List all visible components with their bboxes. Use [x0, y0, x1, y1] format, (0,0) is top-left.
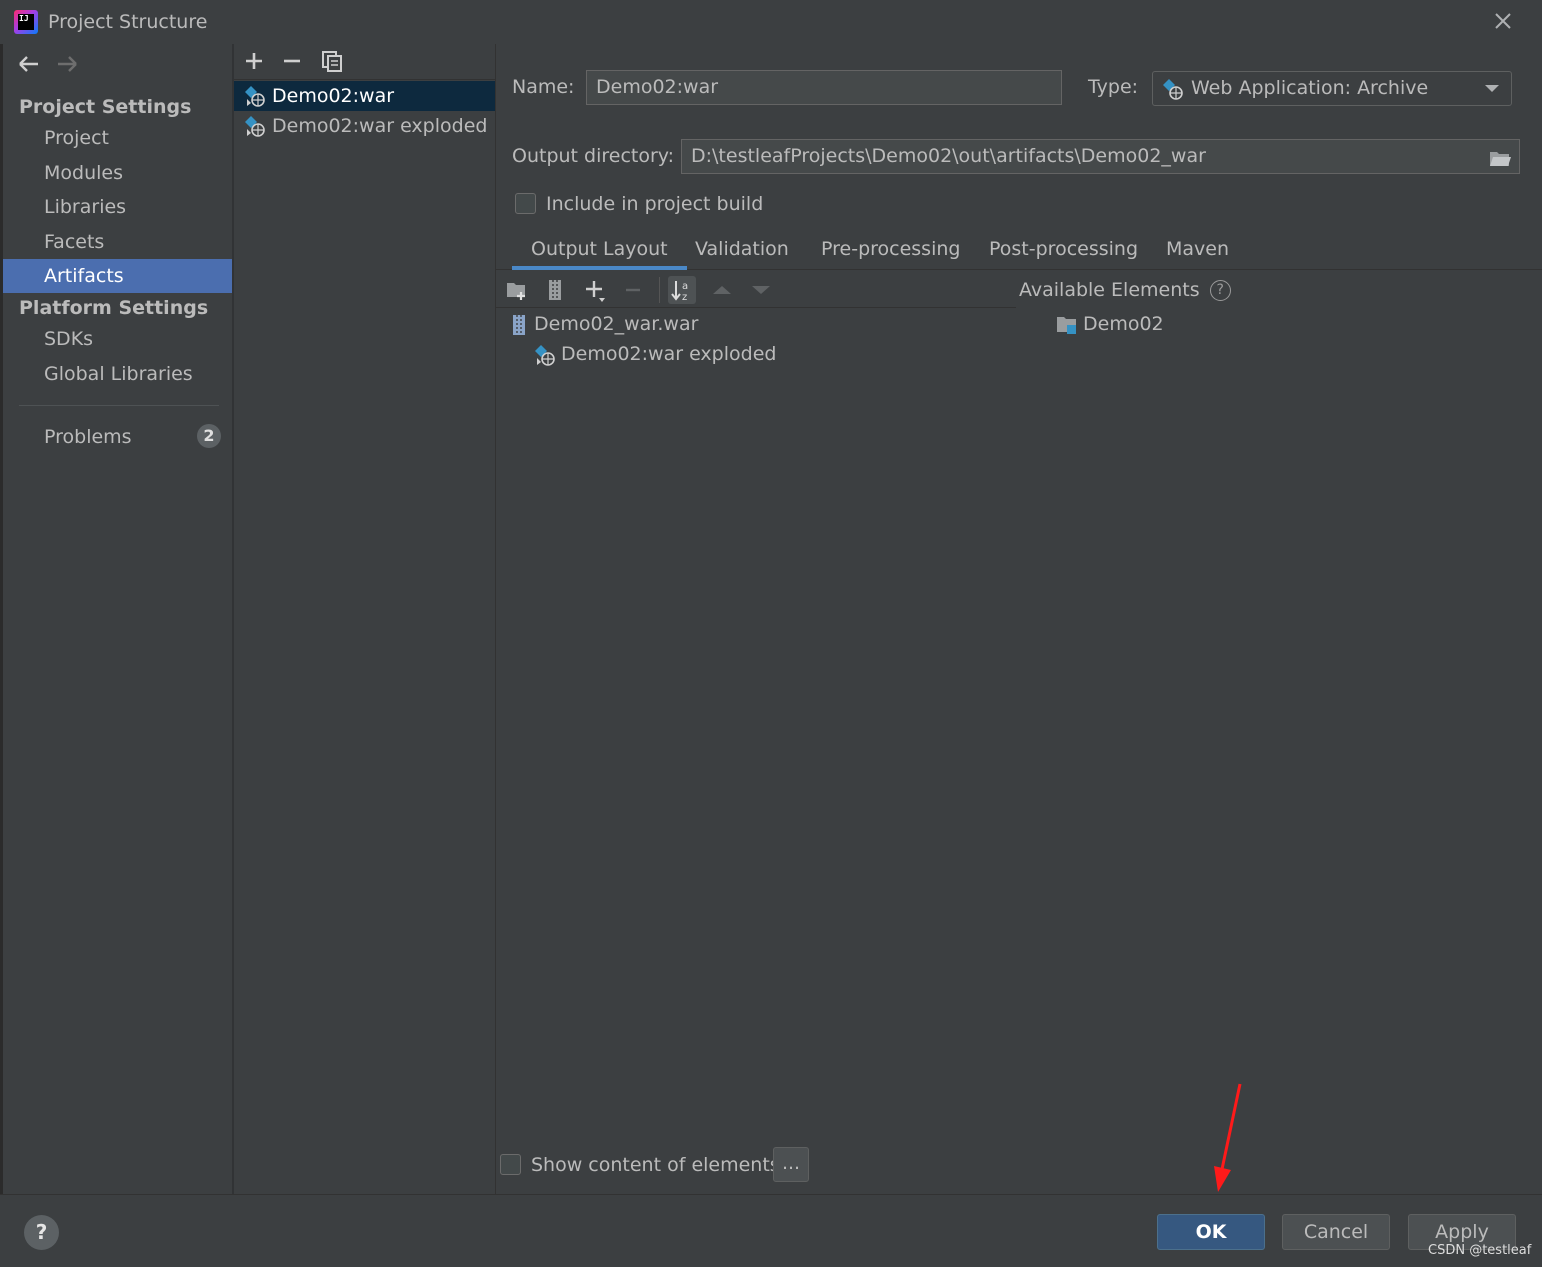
tree-item-label: Demo02_war.war [534, 313, 699, 335]
archive-icon[interactable] [541, 276, 569, 304]
tab-pre-processing[interactable]: Pre-processing [802, 236, 979, 270]
sidebar-item-sdks[interactable]: SDKs [3, 322, 232, 356]
tab-output-layout[interactable]: Output Layout [512, 236, 687, 270]
sidebar-separator [19, 405, 219, 406]
ok-button[interactable]: OK [1157, 1214, 1265, 1250]
sidebar-item-global-libraries[interactable]: Global Libraries [3, 357, 232, 391]
output-layout-toolbar: az [496, 272, 1016, 308]
chevron-down-icon [1485, 85, 1499, 92]
web-artifact-icon [244, 115, 266, 137]
title-bar: IJ Project Structure [0, 0, 1542, 44]
tree-item-label: Demo02:war exploded [561, 343, 777, 365]
svg-text:z: z [682, 292, 687, 303]
artifact-tabs: Output Layout Validation Pre-processing … [496, 230, 1542, 270]
output-directory-label: Output directory: [512, 145, 675, 167]
output-directory-value: D:\testleafProjects\Demo02\out\artifacts… [691, 145, 1206, 167]
artifact-details: Name: Demo02:war Type: Web Application: … [496, 44, 1542, 1194]
web-artifact-icon [244, 85, 266, 107]
artifact-label: Demo02:war [272, 85, 395, 107]
web-artifact-icon [534, 344, 555, 366]
tree-item-war-archive[interactable]: Demo02_war.war [510, 309, 698, 339]
artifact-label: Demo02:war exploded [272, 115, 488, 137]
remove-icon[interactable] [280, 49, 304, 73]
sidebar-item-facets[interactable]: Facets [3, 225, 232, 259]
folder-browse-icon[interactable] [1489, 147, 1511, 167]
module-folder-icon [1056, 314, 1076, 334]
output-directory-field[interactable]: D:\testleafProjects\Demo02\out\artifacts… [681, 139, 1520, 174]
artifact-item-war-exploded[interactable]: Demo02:war exploded [234, 111, 495, 141]
add-icon[interactable] [242, 49, 266, 73]
artifacts-toolbar [234, 44, 495, 80]
type-label: Type: [1088, 76, 1139, 98]
dialog-footer: ? OK Cancel Apply CSDN @testleaf [0, 1194, 1542, 1267]
available-elements-label: Available Elements [1019, 279, 1200, 301]
copy-icon[interactable] [320, 49, 344, 73]
help-button[interactable]: ? [24, 1215, 59, 1250]
artifacts-list-panel: Demo02:war Demo02:war exploded [234, 44, 495, 1194]
artifact-item-war[interactable]: Demo02:war [234, 81, 495, 111]
watermark: CSDN @testleaf [1428, 1243, 1532, 1258]
new-directory-icon[interactable] [503, 276, 531, 304]
annotation-arrow [1214, 1083, 1242, 1192]
tab-post-processing[interactable]: Post-processing [970, 236, 1157, 270]
tab-validation[interactable]: Validation [676, 236, 808, 270]
svg-text:a: a [682, 281, 688, 292]
add-icon[interactable] [581, 276, 609, 304]
cancel-button[interactable]: Cancel [1282, 1214, 1390, 1250]
move-down-icon [747, 276, 775, 304]
sidebar-item-project[interactable]: Project [3, 121, 232, 155]
window-title: Project Structure [48, 11, 208, 33]
project-settings-header: Project Settings [19, 96, 192, 118]
ellipsis-button[interactable]: ... [773, 1147, 809, 1182]
tree-item-war-exploded[interactable]: Demo02:war exploded [534, 339, 776, 369]
available-element-demo02[interactable]: Demo02 [1056, 309, 1164, 339]
tab-maven[interactable]: Maven [1147, 236, 1248, 270]
toolbar-separator [659, 277, 660, 303]
sidebar-item-libraries[interactable]: Libraries [3, 190, 232, 224]
type-value: Web Application: Archive [1191, 77, 1429, 99]
name-field[interactable]: Demo02:war [586, 70, 1062, 105]
close-icon[interactable] [1490, 8, 1516, 34]
sort-alpha-icon[interactable]: az [668, 276, 696, 304]
show-content-label: Show content of elements [531, 1154, 780, 1176]
arrow-right-icon [55, 53, 79, 75]
include-in-build-label: Include in project build [546, 193, 764, 215]
platform-settings-header: Platform Settings [19, 297, 209, 319]
web-artifact-icon [1162, 78, 1184, 100]
sidebar-item-modules[interactable]: Modules [3, 156, 232, 190]
problems-count-badge: 2 [197, 424, 221, 448]
intellij-app-icon: IJ [14, 10, 38, 34]
sidebar-item-artifacts[interactable]: Artifacts [3, 259, 232, 293]
help-icon[interactable]: ? [1209, 280, 1231, 301]
available-elements-header: Available Elements ? [1019, 275, 1231, 305]
archive-icon [510, 314, 530, 335]
show-content-checkbox[interactable] [500, 1154, 521, 1175]
type-dropdown[interactable]: Web Application: Archive [1152, 71, 1512, 106]
available-element-label: Demo02 [1083, 313, 1164, 335]
name-label: Name: [512, 76, 575, 98]
arrow-left-icon[interactable] [17, 53, 41, 75]
move-up-icon [708, 276, 736, 304]
sidebar-item-problems[interactable]: Problems 2 [3, 420, 232, 454]
remove-icon [619, 276, 647, 304]
include-in-build-checkbox[interactable] [515, 193, 536, 214]
problems-label: Problems [44, 426, 132, 448]
settings-sidebar: Project Settings Project Modules Librari… [3, 44, 232, 1194]
